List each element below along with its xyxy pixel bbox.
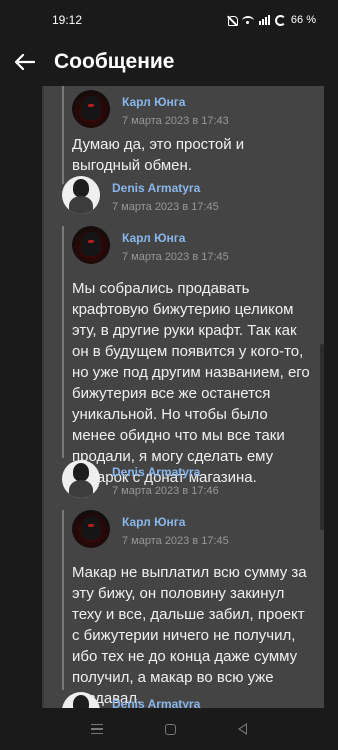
app-header: Сообщение — [0, 40, 338, 84]
home-icon[interactable] — [165, 723, 176, 735]
message-meta: Denis Armatyra 7 марта 2023 в 17:45 — [112, 176, 219, 214]
status-bar: 19:12 66 % — [0, 0, 338, 40]
status-icons: 66 % — [227, 14, 316, 26]
nested-forwarded-message: Карл Юнга 7 марта 2023 в 17:45 Мы собрал… — [62, 226, 318, 486]
message-header: Карл Юнга 7 марта 2023 в 17:45 — [72, 226, 318, 276]
avatar[interactable] — [62, 176, 100, 214]
message-date: 7 марта 2023 в 17:43 — [122, 115, 229, 127]
message-meta: Карл Юнга 7 марта 2023 в 17:43 — [122, 90, 229, 128]
bell-off-icon — [227, 15, 238, 26]
avatar[interactable] — [72, 226, 110, 264]
author-name[interactable]: Denis Armatyra — [112, 696, 200, 708]
forwarded-message: Карл Юнга 7 марта 2023 в 17:43 Думаю да,… — [62, 86, 318, 184]
signal-icon — [258, 15, 270, 25]
back-button[interactable] — [0, 40, 50, 84]
message-header: Карл Юнга 7 марта 2023 в 17:45 — [72, 510, 318, 560]
avatar[interactable] — [62, 460, 100, 498]
forward-header: Denis Armatyra 7 марта 2023 в 17:46 — [62, 460, 282, 508]
forwarded-thread: Карл Юнга 7 марта 2023 в 17:43 Думаю да,… — [42, 86, 324, 708]
author-name[interactable]: Карл Юнга — [122, 514, 229, 530]
author-name[interactable]: Denis Armatyra — [112, 464, 219, 480]
author-name[interactable]: Карл Юнга — [122, 94, 229, 110]
message-meta: Карл Юнга 7 марта 2023 в 17:45 — [122, 226, 229, 264]
author-name[interactable]: Карл Юнга — [122, 230, 229, 246]
back-triangle-icon[interactable] — [238, 723, 247, 735]
message-meta: Карл Юнга 7 марта 2023 в 17:45 — [122, 510, 229, 548]
message-text: Думаю да, это простой и выгодный обмен. — [72, 136, 245, 174]
nested-forwarded-message: Карл Юнга 7 марта 2023 в 17:45 Макар не … — [62, 510, 318, 707]
message-date: 7 марта 2023 в 17:45 — [112, 201, 219, 213]
menu-icon[interactable] — [91, 724, 103, 734]
avatar[interactable] — [72, 510, 110, 548]
status-time: 19:12 — [52, 13, 83, 27]
message-header: Карл Юнга 7 марта 2023 в 17:43 — [72, 86, 318, 136]
message-date: 7 марта 2023 в 17:46 — [112, 485, 219, 497]
arrow-left-icon — [15, 54, 35, 70]
wifi-icon — [241, 15, 254, 25]
message-text: Мы собрались продавать крафтовую бижутер… — [72, 280, 310, 486]
author-name[interactable]: Denis Armatyra — [112, 180, 219, 196]
message-date: 7 марта 2023 в 17:45 — [122, 251, 229, 263]
scrollbar[interactable] — [320, 344, 324, 530]
avatar[interactable] — [72, 90, 110, 128]
battery-icon — [274, 14, 286, 26]
message-date: 7 марта 2023 в 17:45 — [122, 535, 229, 547]
message-meta: Denis Armatyra — [112, 692, 200, 708]
avatar[interactable] — [62, 692, 100, 708]
message-text: Макар не выплатил всю сумму за эту бижу,… — [72, 564, 307, 707]
forward-header: Denis Armatyra — [62, 692, 282, 708]
battery-percent: 66 % — [290, 14, 316, 26]
message-meta: Denis Armatyra 7 марта 2023 в 17:46 — [112, 460, 219, 498]
page-title: Сообщение — [54, 50, 175, 73]
forward-header: Denis Armatyra 7 марта 2023 в 17:45 — [62, 176, 282, 224]
system-nav-bar — [0, 708, 338, 750]
